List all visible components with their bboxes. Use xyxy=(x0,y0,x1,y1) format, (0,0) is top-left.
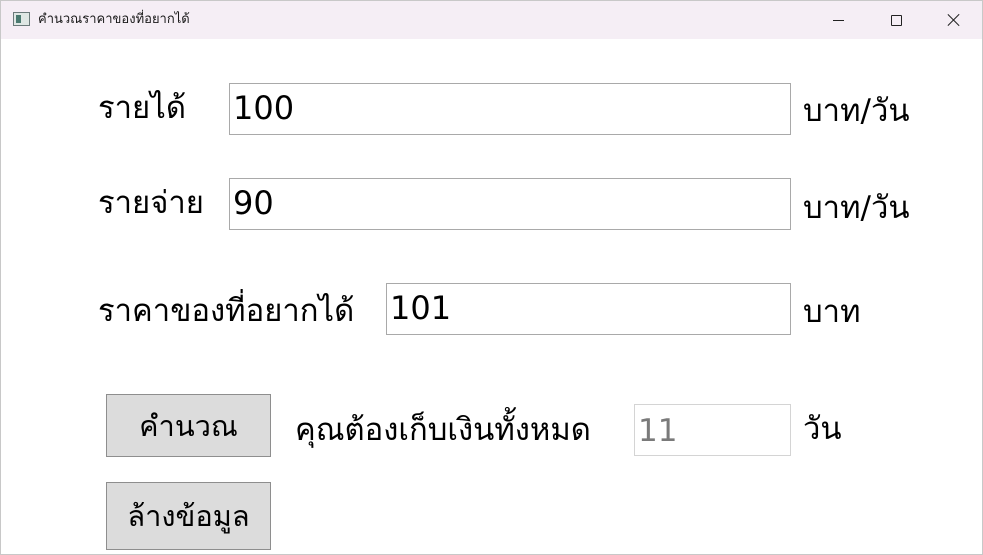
app-window: คำนวณราคาของที่อยากได้ รายได้ 100 บาท/วั… xyxy=(0,0,983,555)
minimize-icon xyxy=(832,19,844,21)
result-output: 11 xyxy=(634,404,791,456)
price-label: ราคาของที่อยากได้ xyxy=(98,293,355,329)
maximize-icon xyxy=(890,14,902,26)
income-label: รายได้ xyxy=(98,90,186,126)
price-unit-label: บาท xyxy=(803,294,861,330)
expense-label: รายจ่าย xyxy=(98,185,204,221)
price-input[interactable]: 101 xyxy=(386,283,791,335)
income-input[interactable]: 100 xyxy=(229,83,791,135)
income-unit-label: บาท/วัน xyxy=(803,93,910,129)
close-icon xyxy=(947,13,961,27)
maximize-button[interactable] xyxy=(873,1,919,39)
result-unit-label: วัน xyxy=(803,411,842,447)
minimize-button[interactable] xyxy=(815,1,861,39)
result-label: คุณต้องเก็บเงินทั้งหมด xyxy=(295,412,591,448)
expense-input[interactable]: 90 xyxy=(229,178,791,230)
close-button[interactable] xyxy=(931,1,977,39)
title-bar[interactable]: คำนวณราคาของที่อยากได้ xyxy=(1,1,982,39)
calculate-button[interactable]: คำนวณ xyxy=(106,394,271,457)
window-title: คำนวณราคาของที่อยากได้ xyxy=(38,12,190,27)
expense-unit-label: บาท/วัน xyxy=(803,190,910,226)
app-icon xyxy=(13,12,30,26)
clear-button[interactable]: ล้างข้อมูล xyxy=(106,482,271,550)
